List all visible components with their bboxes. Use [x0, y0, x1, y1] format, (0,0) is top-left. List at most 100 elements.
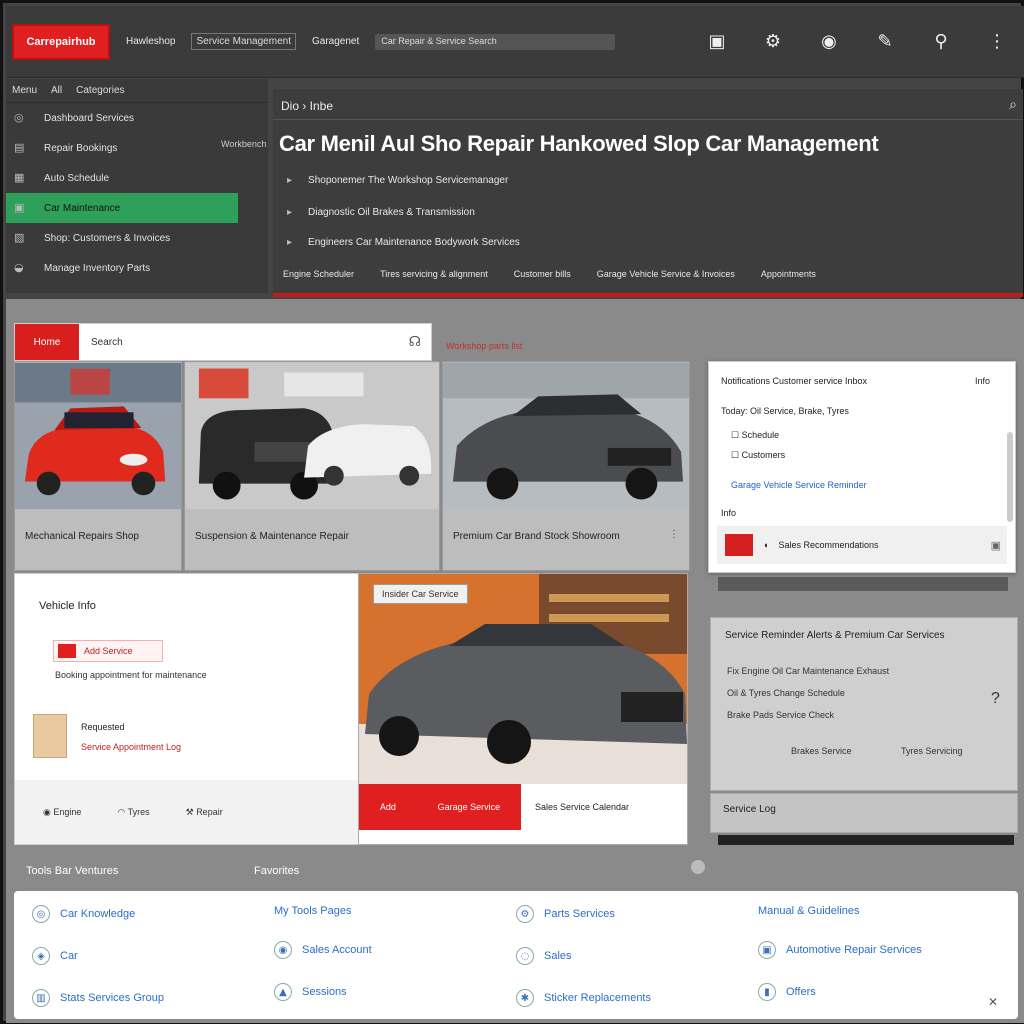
- location-icon[interactable]: ⚲: [928, 29, 954, 55]
- alert-row[interactable]: Brake Pads Service Check: [727, 710, 834, 720]
- garage-service-button[interactable]: Add Garage Service: [359, 784, 521, 830]
- footer-link[interactable]: Customer bills: [514, 269, 571, 279]
- quick-link[interactable]: ▣ Automotive Repair Services: [758, 941, 1000, 959]
- quick-link[interactable]: ✱ Sticker Replacements: [516, 989, 758, 1007]
- main-content: Home Search ☊ Workshop parts list Mechan…: [6, 299, 1024, 1023]
- panel-info-label[interactable]: Info: [975, 376, 990, 386]
- quick-link[interactable]: ◎ Car Knowledge: [32, 905, 274, 923]
- car-card-3[interactable]: Premium Car Brand Stock Showroom ⋮: [442, 361, 690, 571]
- sidebar-item-label: Dashboard Services: [44, 112, 135, 124]
- app-logo[interactable]: Carrepairhub: [12, 23, 110, 60]
- panel-shadow-bar: [718, 577, 1008, 591]
- close-icon[interactable]: ▣: [991, 539, 1001, 552]
- sales-bar[interactable]: ◖ Sales Recommendations ▣: [717, 526, 1007, 564]
- car-card-2[interactable]: Suspension & Maintenance Repair: [184, 361, 440, 571]
- sidebar-tab-menu[interactable]: Menu: [12, 85, 37, 96]
- app-frame: Carrepairhub Hawleshop Service Managemen…: [0, 0, 1024, 1024]
- car-card-1[interactable]: Mechanical Repairs Shop: [14, 361, 182, 571]
- schedule-icon: ▦: [14, 171, 25, 184]
- breadcrumb[interactable]: Dio › Inbe: [281, 99, 333, 113]
- link-label: Car: [60, 950, 78, 962]
- close-icon[interactable]: ✕: [988, 995, 998, 1009]
- links-column-3: ⚙ Parts Services ◌ Sales ✱ Sticker Replacem…: [516, 905, 758, 1007]
- sidebar-item-schedule[interactable]: ▦ Auto Schedule: [6, 163, 268, 193]
- help-icon[interactable]: ?: [991, 690, 1000, 708]
- tyres-label[interactable]: Tyres Servicing: [901, 746, 963, 756]
- quick-link[interactable]: My Tools Pages: [274, 905, 516, 917]
- microphone-icon[interactable]: ☊: [409, 334, 421, 350]
- button-label: Garage Service: [437, 802, 501, 812]
- sidebar-item-dashboard[interactable]: ◎ Dashboard Services: [6, 103, 268, 133]
- red-car-image: [15, 362, 181, 510]
- more-icon[interactable]: ⋮: [669, 529, 679, 540]
- footer-item-tyres[interactable]: ◠ Tyres: [117, 807, 149, 818]
- panel-subtitle: Today: Oil Service, Brake, Tyres: [721, 406, 849, 416]
- header-line-2: ▸ Diagnostic Oil Brakes & Transmission: [287, 207, 475, 218]
- circle-icon[interactable]: ◉: [816, 29, 842, 55]
- panel-info-text: Info: [721, 508, 737, 518]
- card-caption: Mechanical Repairs Shop: [25, 531, 139, 542]
- quick-link[interactable]: ▲ Sessions: [274, 983, 516, 1001]
- sidebar-tab-all[interactable]: All: [51, 85, 62, 96]
- button-label: Add: [379, 802, 396, 812]
- footer-item-engine[interactable]: ◉ Engine: [43, 807, 81, 818]
- sidebar-item-label: Repair Bookings: [44, 142, 118, 154]
- parts-label[interactable]: Workshop parts list: [446, 341, 522, 351]
- header-footer-links: Engine Scheduler Tires servicing & align…: [283, 269, 816, 279]
- wrench-icon[interactable]: ✎: [872, 29, 898, 55]
- alert-row[interactable]: Oil & Tyres Change Schedule: [727, 688, 845, 698]
- calendar-button[interactable]: Sales Service Calendar: [521, 784, 687, 830]
- quick-link[interactable]: ▥ Stats Services Group: [32, 989, 274, 1007]
- link-label: Sticker Replacements: [544, 992, 651, 1004]
- panel-item-schedule[interactable]: ☐ Schedule: [731, 430, 779, 441]
- sidebar-tab-categories[interactable]: Categories: [76, 85, 124, 96]
- sidebar-item-customers[interactable]: ▧ Shop: Customers & Invoices: [6, 223, 268, 253]
- quick-link[interactable]: ◉ Sales Account: [274, 941, 516, 959]
- bullet-icon: ▸: [287, 237, 293, 248]
- home-tab[interactable]: Home: [15, 324, 79, 360]
- top-link-2[interactable]: Service Management: [191, 33, 296, 50]
- service-reminder-link[interactable]: Garage Vehicle Service Reminder: [731, 480, 867, 490]
- tablet-icon[interactable]: ▣: [704, 29, 730, 55]
- footer-link[interactable]: Engine Scheduler: [283, 269, 354, 279]
- quick-link[interactable]: ◈ Car: [32, 947, 274, 965]
- alert-row[interactable]: Fix Engine Oil Car Maintenance Exhaust: [727, 666, 889, 676]
- link-label: Stats Services Group: [60, 992, 164, 1004]
- search-bar[interactable]: Home Search ☊: [14, 323, 432, 361]
- stats-icon: ▥: [32, 989, 50, 1007]
- search-icon[interactable]: ⌕: [1009, 97, 1017, 113]
- sidebar: Menu All Categories ◎ Dashboard Services…: [6, 79, 268, 293]
- links-column-4: Manual & Guidelines ▣ Automotive Repair S…: [758, 905, 1000, 1007]
- links-column-2: My Tools Pages ◉ Sales Account ▲ Sessions: [274, 905, 516, 1007]
- sidebar-item-car-maintenance[interactable]: ▣ Car Maintenance: [6, 193, 238, 223]
- radio-toggle[interactable]: [690, 859, 706, 875]
- quick-link[interactable]: Manual & Guidelines: [758, 905, 1000, 917]
- brakes-label[interactable]: Brakes Service: [791, 746, 852, 756]
- panel-item-label: Schedule: [741, 430, 780, 440]
- quick-link[interactable]: ⚙ Parts Services: [516, 905, 758, 923]
- footer-link[interactable]: Tires servicing & alignment: [380, 269, 488, 279]
- search-input[interactable]: Search: [91, 337, 123, 348]
- link-label: Sales: [544, 950, 572, 962]
- top-link-3[interactable]: Garagenet: [312, 36, 359, 47]
- footer-link[interactable]: Appointments: [761, 269, 816, 279]
- service-log-bar[interactable]: Service Log: [710, 793, 1018, 833]
- link-label: Offers: [786, 986, 816, 998]
- gear-icon[interactable]: ⚙: [760, 29, 786, 55]
- add-service-button[interactable]: Add Service: [53, 640, 163, 662]
- quick-link[interactable]: ◌ Sales: [516, 947, 758, 965]
- panel-item-customers[interactable]: ☐ Customers: [731, 450, 785, 461]
- top-link-1[interactable]: Hawleshop: [126, 36, 175, 47]
- document-thumbnail: [33, 714, 67, 758]
- footer-link[interactable]: Garage Vehicle Service & Invoices: [597, 269, 735, 279]
- sidebar-item-inventory[interactable]: ◒ Manage Inventory Parts: [6, 253, 268, 283]
- quick-link[interactable]: ▮ Offers: [758, 983, 1000, 1001]
- feature-card[interactable]: Insider Car Service Add Garage Service S…: [358, 573, 688, 845]
- bookings-icon: ▤: [14, 141, 25, 154]
- scrollbar[interactable]: [1007, 432, 1013, 522]
- more-icon[interactable]: ⋮: [984, 29, 1010, 55]
- sessions-icon: ▲: [274, 983, 292, 1001]
- footer-item-repair[interactable]: ⚒ Repair: [186, 807, 223, 818]
- top-search-input[interactable]: Car Repair & Service Search: [375, 33, 616, 50]
- appointment-log-link[interactable]: Service Appointment Log: [81, 742, 181, 752]
